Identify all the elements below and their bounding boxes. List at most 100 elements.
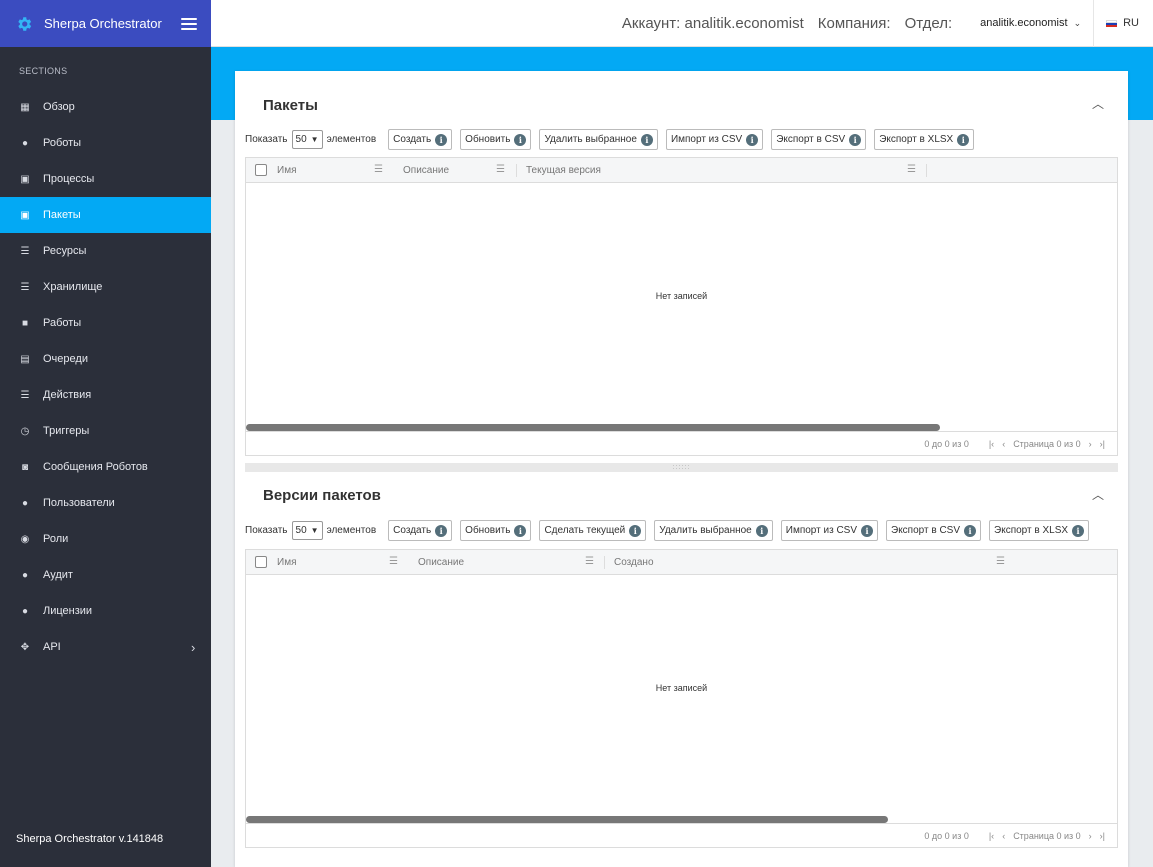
column-menu-icon[interactable]: ☰	[374, 164, 383, 175]
delete-selected-versions-button[interactable]: Удалить выбранное i	[654, 520, 773, 541]
column-menu-icon[interactable]: ☰	[585, 556, 594, 567]
prev-page-icon[interactable]: ‹	[1002, 831, 1005, 841]
chevron-down-icon[interactable]: ⌄	[1074, 18, 1082, 29]
sidebar-item-licenses[interactable]: ● Лицензии	[0, 593, 211, 629]
info-icon: i	[514, 133, 527, 146]
column-separator[interactable]	[604, 556, 605, 569]
column-separator[interactable]	[516, 164, 517, 177]
versions-grid: Имя ☰ Описание ☰ Создано ☰ Нет записей 0…	[245, 549, 1118, 848]
button-label: Создать	[393, 134, 432, 145]
sidebar-item-label: API	[43, 641, 61, 653]
page-info: Страница 0 из 0	[1013, 438, 1081, 449]
sidebar-item-roles[interactable]: ◉ Роли	[0, 521, 211, 557]
sidebar-item-processes[interactable]: ▣ Процессы	[0, 161, 211, 197]
create-version-button[interactable]: Создать i	[388, 520, 453, 541]
content-card: Пакеты ︿ Показать 50 ▼ элементов Создать i…	[235, 71, 1128, 867]
packages-toolbar: Показать 50 ▼ элементов Создать i Обновить…	[245, 129, 975, 150]
sidebar-item-overview[interactable]: ▦ Обзор	[0, 89, 211, 125]
packages-title: Пакеты	[263, 97, 318, 114]
topbar: Аккаунт: analitik.economist Компания: От…	[211, 0, 1153, 47]
sidebar-item-label: Роботы	[43, 137, 82, 149]
delete-selected-button[interactable]: Удалить выбранное i	[539, 129, 658, 150]
sidebar-item-audit[interactable]: ● Аудит	[0, 557, 211, 593]
sidebar-item-label: Роли	[43, 533, 69, 545]
sidebar-item-packages[interactable]: ▣ Пакеты	[0, 197, 211, 233]
export-xlsx-button[interactable]: Экспорт в XLSX i	[874, 129, 975, 150]
select-all-checkbox[interactable]	[255, 556, 267, 568]
column-menu-icon[interactable]: ☰	[907, 164, 916, 175]
column-header-description[interactable]: Описание	[418, 557, 464, 568]
account-label: Аккаунт: analitik.economist	[621, 14, 804, 32]
export-xlsx-versions-button[interactable]: Экспорт в XLSX i	[989, 520, 1090, 541]
export-csv-versions-button[interactable]: Экспорт в CSV i	[886, 520, 982, 541]
collapse-versions-icon[interactable]: ︿	[1092, 486, 1104, 503]
column-menu-icon[interactable]: ☰	[996, 556, 1005, 567]
department-label: Отдел:	[904, 14, 953, 32]
sidebar-item-api[interactable]: ✥ API ›	[0, 629, 211, 665]
page-size-select[interactable]: 50 ▼	[291, 130, 323, 149]
next-page-icon[interactable]: ›	[1089, 439, 1092, 449]
export-csv-button[interactable]: Экспорт в CSV i	[771, 129, 867, 150]
versions-title: Версии пакетов	[263, 487, 381, 504]
last-page-icon[interactable]: ›|	[1100, 831, 1105, 841]
collapse-packages-icon[interactable]: ︿	[1092, 95, 1104, 112]
chevron-down-icon: ▼	[310, 526, 319, 535]
button-label: Создать	[393, 525, 432, 536]
items-label: элементов	[326, 134, 377, 145]
button-label: Сделать текущей	[544, 525, 626, 536]
sidebar-item-robot-messages[interactable]: ◙ Сообщения Роботов	[0, 449, 211, 485]
make-current-button[interactable]: Сделать текущей i	[539, 520, 647, 541]
list-icon: ☰	[20, 245, 30, 257]
button-label: Экспорт в CSV	[776, 134, 846, 145]
sidebar-item-robots[interactable]: ● Роботы	[0, 125, 211, 161]
hamburger-menu-icon[interactable]	[181, 17, 197, 30]
brand-bar: Sherpa Orchestrator	[0, 0, 211, 47]
import-csv-button[interactable]: Импорт из CSV i	[665, 129, 764, 150]
next-page-icon[interactable]: ›	[1089, 831, 1092, 841]
column-header-created[interactable]: Создано	[614, 557, 654, 568]
sidebar-item-jobs[interactable]: ■ Работы	[0, 305, 211, 341]
column-menu-icon[interactable]: ☰	[389, 556, 398, 567]
refresh-button[interactable]: Обновить i	[460, 129, 532, 150]
sidebar-item-resources[interactable]: ☰ Ресурсы	[0, 233, 211, 269]
column-header-current-version[interactable]: Текущая версия	[526, 165, 601, 176]
language-selector[interactable]: RU	[1093, 0, 1153, 47]
sidebar-item-storage[interactable]: ☰ Хранилище	[0, 269, 211, 305]
last-page-icon[interactable]: ›|	[1100, 439, 1105, 449]
button-label: Импорт из CSV	[670, 134, 743, 145]
column-header-description[interactable]: Описание	[403, 165, 449, 176]
page-size-select[interactable]: 50 ▼	[291, 521, 323, 540]
horizontal-scrollbar[interactable]	[246, 816, 888, 823]
user-menu[interactable]: analitik.economist	[980, 17, 1067, 29]
grid-header: Имя ☰ Описание ☰ Создано ☰	[246, 550, 1117, 575]
sections-label: SECTIONS	[19, 66, 68, 76]
briefcase-icon: ■	[21, 317, 29, 329]
section-splitter[interactable]: ::::::	[245, 463, 1118, 472]
prev-page-icon[interactable]: ‹	[1002, 439, 1005, 449]
paging-summary: 0 до 0 из 0	[924, 438, 969, 449]
first-page-icon[interactable]: |‹	[989, 831, 994, 841]
page-size-value: 50	[295, 525, 307, 536]
sidebar: Sherpa Orchestrator SECTIONS ▦ Обзор ● Роб…	[0, 0, 211, 867]
column-header-name[interactable]: Имя	[277, 165, 296, 176]
select-all-checkbox[interactable]	[255, 164, 267, 176]
info-icon: i	[849, 133, 862, 146]
refresh-versions-button[interactable]: Обновить i	[460, 520, 532, 541]
column-header-name[interactable]: Имя	[277, 557, 296, 568]
horizontal-scrollbar[interactable]	[246, 424, 940, 431]
sidebar-item-actions[interactable]: ☰ Действия	[0, 377, 211, 413]
import-csv-versions-button[interactable]: Импорт из CSV i	[780, 520, 878, 541]
create-button[interactable]: Создать i	[388, 129, 453, 150]
sidebar-item-label: Ресурсы	[43, 245, 87, 257]
info-icon: i	[755, 524, 768, 537]
sidebar-item-users[interactable]: ● Пользователи	[0, 485, 211, 521]
first-page-icon[interactable]: |‹	[989, 439, 994, 449]
column-menu-icon[interactable]: ☰	[496, 164, 505, 175]
column-separator[interactable]	[926, 164, 927, 177]
items-label: элементов	[326, 525, 377, 536]
sidebar-item-triggers[interactable]: ◷ Триггеры	[0, 413, 211, 449]
list-icon: ☰	[20, 389, 30, 401]
info-icon: i	[957, 133, 970, 146]
sidebar-item-queues[interactable]: ▤ Очереди	[0, 341, 211, 377]
sidebar-item-label: Аудит	[43, 569, 73, 581]
